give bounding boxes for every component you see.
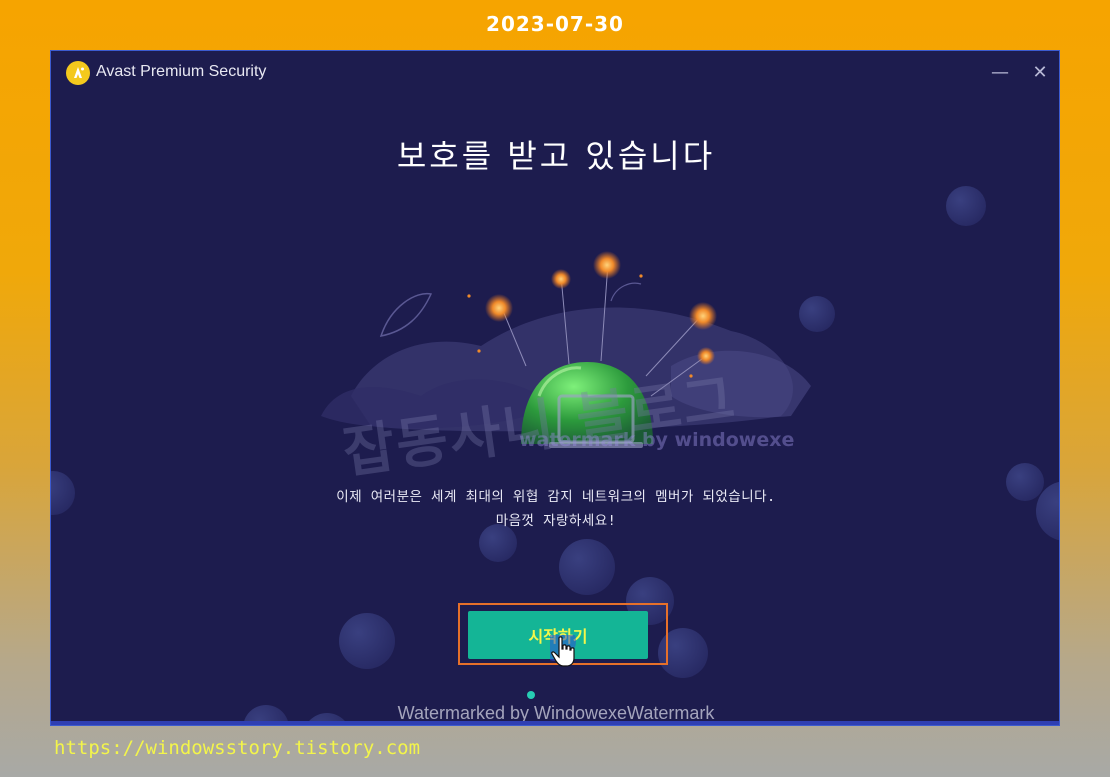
start-button[interactable]: 시작하기 bbox=[468, 611, 648, 659]
url-stamp: https://windowsstory.tistory.com bbox=[54, 737, 421, 759]
title-bar: Avast Premium Security — ✕ bbox=[51, 51, 1059, 95]
message-line-1: 이제 여러분은 세계 최대의 위협 감지 네트워크의 멤버가 되었습니다. bbox=[336, 489, 776, 505]
completion-message: 이제 여러분은 세계 최대의 위협 감지 네트워크의 멤버가 되었습니다. 마음… bbox=[51, 485, 1059, 533]
start-button-highlight: 시작하기 bbox=[458, 603, 668, 667]
date-stamp: 2023-07-30 bbox=[486, 12, 624, 36]
close-icon[interactable]: ✕ bbox=[1028, 61, 1052, 85]
english-watermark: watermark by windowexe bbox=[519, 429, 795, 451]
avast-logo-icon bbox=[66, 61, 90, 85]
bottom-watermark: Watermarked by WindowexeWatermark bbox=[397, 703, 715, 723]
page-indicator-dot bbox=[527, 691, 535, 699]
app-title: Avast Premium Security bbox=[96, 63, 267, 80]
page-title: 보호를 받고 있습니다 bbox=[396, 137, 716, 175]
message-line-2: 마음껏 자랑하세요! bbox=[495, 513, 617, 529]
minimize-icon[interactable]: — bbox=[988, 61, 1012, 85]
app-window: Avast Premium Security — ✕ 보호를 받고 있습니다 잡… bbox=[50, 50, 1060, 726]
